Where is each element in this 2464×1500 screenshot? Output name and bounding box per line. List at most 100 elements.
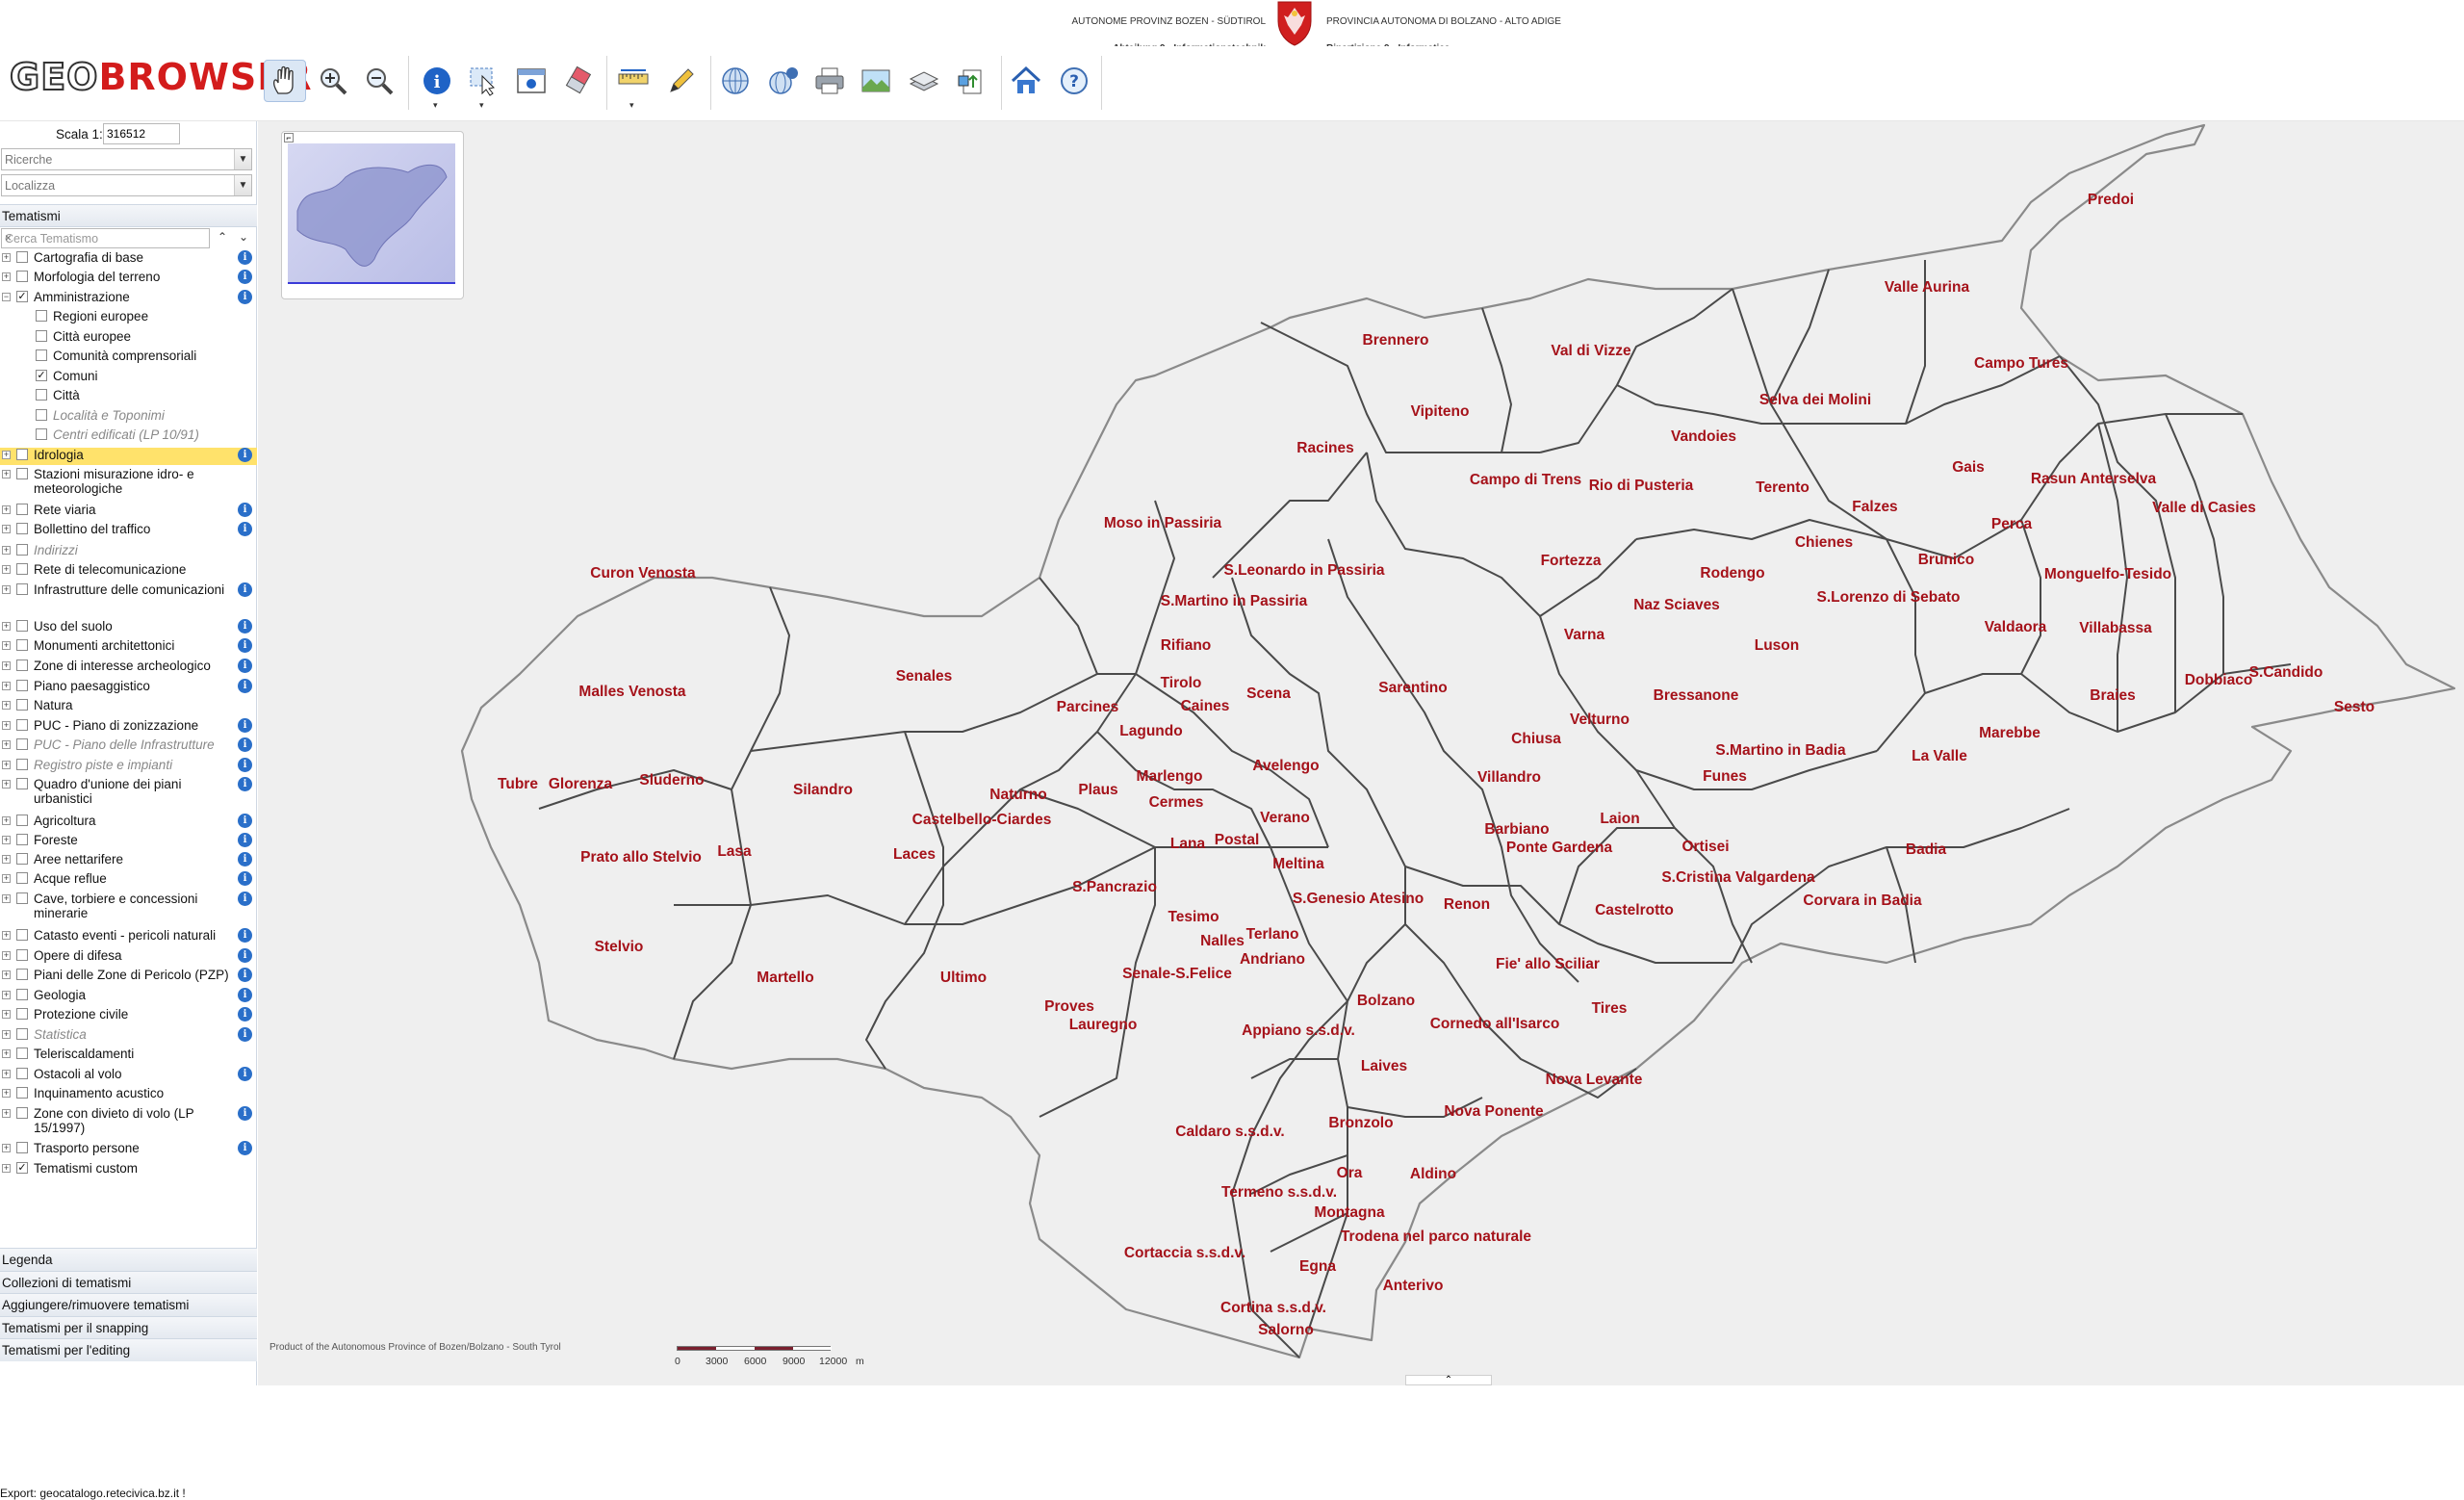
tree-item[interactable]: + Opere di difesa i [0, 948, 257, 966]
info-icon[interactable]: i [238, 777, 252, 791]
select-dropdown-icon[interactable]: ▾ [479, 100, 484, 111]
tree-item[interactable]: Città [0, 388, 257, 405]
expand-icon[interactable]: + [2, 836, 11, 844]
layer-checkbox[interactable] [16, 699, 28, 711]
expand-icon[interactable]: + [2, 1164, 11, 1173]
eraser-button[interactable] [556, 60, 599, 102]
collapse-overview-icon[interactable]: ⌐ [284, 133, 294, 142]
expand-icon[interactable]: + [2, 1030, 11, 1039]
tree-item[interactable]: + PUC - Piano delle Infrastrutture i [0, 737, 257, 755]
expand-icon[interactable]: + [2, 682, 11, 690]
layer-checkbox[interactable] [16, 1028, 28, 1040]
tree-item[interactable]: + Stazioni misurazione idro- e meteorolog… [0, 467, 257, 500]
layer-checkbox[interactable] [16, 680, 28, 691]
layer-checkbox[interactable] [16, 778, 28, 789]
expand-icon[interactable]: + [2, 721, 11, 730]
layer-checkbox[interactable] [16, 563, 28, 575]
info-icon[interactable]: i [238, 852, 252, 866]
info-icon[interactable]: i [238, 718, 252, 733]
layer-checkbox[interactable] [36, 349, 47, 361]
accordion-header[interactable]: Tematismi per l'editing [0, 1338, 257, 1361]
tree-item[interactable]: + Registro piste e impianti i [0, 758, 257, 775]
overview-map[interactable]: ⌐ [281, 131, 464, 299]
image-export-button[interactable] [855, 60, 897, 102]
expand-icon[interactable]: + [2, 970, 11, 979]
layer-checkbox[interactable] [16, 738, 28, 750]
expand-icon[interactable]: + [2, 565, 11, 574]
tree-item[interactable]: Centri edificati (LP 10/91) [0, 427, 257, 445]
tree-item[interactable]: + Ostacoli al volo i [0, 1067, 257, 1084]
info-icon[interactable]: i [238, 988, 252, 1002]
tree-item[interactable]: + Zone con divieto di volo (LP 15/1997) i [0, 1106, 257, 1139]
expand-icon[interactable]: + [2, 780, 11, 789]
tree-item[interactable]: + Cave, torbiere e concessioni minerarie i [0, 892, 257, 924]
layer-checkbox[interactable] [16, 544, 28, 556]
info-icon[interactable]: i [238, 928, 252, 943]
info-icon[interactable]: i [238, 758, 252, 772]
expand-icon[interactable]: + [2, 1049, 11, 1058]
measure-button[interactable] [612, 60, 654, 102]
info-icon[interactable]: i [238, 582, 252, 597]
layer-checkbox[interactable] [36, 330, 47, 342]
tree-item[interactable]: + Foreste i [0, 833, 257, 850]
expand-icon[interactable]: + [2, 1070, 11, 1078]
accordion-header[interactable]: Legenda [0, 1248, 257, 1271]
expand-icon[interactable]: + [2, 641, 11, 650]
expand-icon[interactable]: + [2, 874, 11, 883]
info-icon[interactable]: i [238, 1141, 252, 1155]
info-icon[interactable]: i [238, 679, 252, 693]
themes-search-input[interactable]: Cerca Tematismo × [1, 228, 210, 248]
expand-icon[interactable]: + [2, 991, 11, 999]
layer-checkbox[interactable] [16, 583, 28, 595]
info-icon[interactable]: i [238, 892, 252, 906]
expand-icon[interactable]: + [2, 525, 11, 533]
layer-checkbox[interactable] [16, 929, 28, 941]
tree-item[interactable]: Regioni europee [0, 309, 257, 326]
tree-item[interactable]: Città europee [0, 329, 257, 347]
measure-dropdown-icon[interactable]: ▾ [629, 100, 634, 111]
layer-checkbox[interactable] [16, 620, 28, 632]
globe-button[interactable] [714, 60, 757, 102]
layer-checkbox[interactable] [16, 969, 28, 980]
layer-checkbox[interactable] [16, 834, 28, 845]
info-icon[interactable]: i [238, 619, 252, 634]
expand-icon[interactable]: + [2, 701, 11, 710]
web-services-button[interactable] [762, 60, 805, 102]
expand-icon[interactable]: + [2, 931, 11, 940]
tree-item[interactable]: + Trasporto persone i [0, 1141, 257, 1158]
accordion-header[interactable]: Aggiungere/rimuovere tematismi [0, 1293, 257, 1316]
info-icon[interactable]: i [238, 250, 252, 265]
layer-checkbox[interactable] [16, 449, 28, 460]
info-icon[interactable]: i [238, 659, 252, 673]
expand-icon[interactable]: + [2, 855, 11, 864]
zoom-out-button[interactable] [358, 60, 400, 102]
info-icon[interactable]: i [238, 270, 252, 284]
layer-checkbox[interactable] [16, 659, 28, 671]
info-icon[interactable]: i [238, 871, 252, 886]
tree-item[interactable]: + Teleriscaldamenti [0, 1047, 257, 1064]
chevron-down-icon[interactable]: ▼ [234, 149, 251, 169]
layer-checkbox[interactable]: ✓ [16, 1162, 28, 1174]
tree-item[interactable]: + Geologia i [0, 988, 257, 1005]
expand-icon[interactable]: + [2, 505, 11, 514]
expand-icon[interactable]: + [2, 470, 11, 478]
info-icon[interactable]: i [238, 1007, 252, 1022]
tree-item[interactable]: + Inquinamento acustico [0, 1086, 257, 1103]
tree-item[interactable]: + Acque reflue i [0, 871, 257, 889]
info-dropdown-icon[interactable]: ▾ [433, 100, 438, 111]
layer-checkbox[interactable]: ✓ [36, 370, 47, 381]
layer-checkbox[interactable] [16, 1087, 28, 1099]
layer-checkbox[interactable] [16, 949, 28, 961]
expand-icon[interactable]: + [2, 761, 11, 769]
info-icon[interactable]: i [238, 948, 252, 963]
layer-checkbox[interactable] [16, 1142, 28, 1153]
tree-item[interactable]: + Monumenti architettonici i [0, 638, 257, 656]
tree-item[interactable]: ✓ Comuni [0, 369, 257, 386]
info-icon[interactable]: i [238, 737, 252, 752]
info-icon[interactable]: i [238, 638, 252, 653]
info-icon[interactable]: i [238, 503, 252, 517]
tree-item[interactable]: + Natura [0, 698, 257, 715]
info-icon[interactable]: i [238, 1106, 252, 1121]
layer-checkbox[interactable] [16, 892, 28, 904]
layer-checkbox[interactable] [36, 389, 47, 401]
